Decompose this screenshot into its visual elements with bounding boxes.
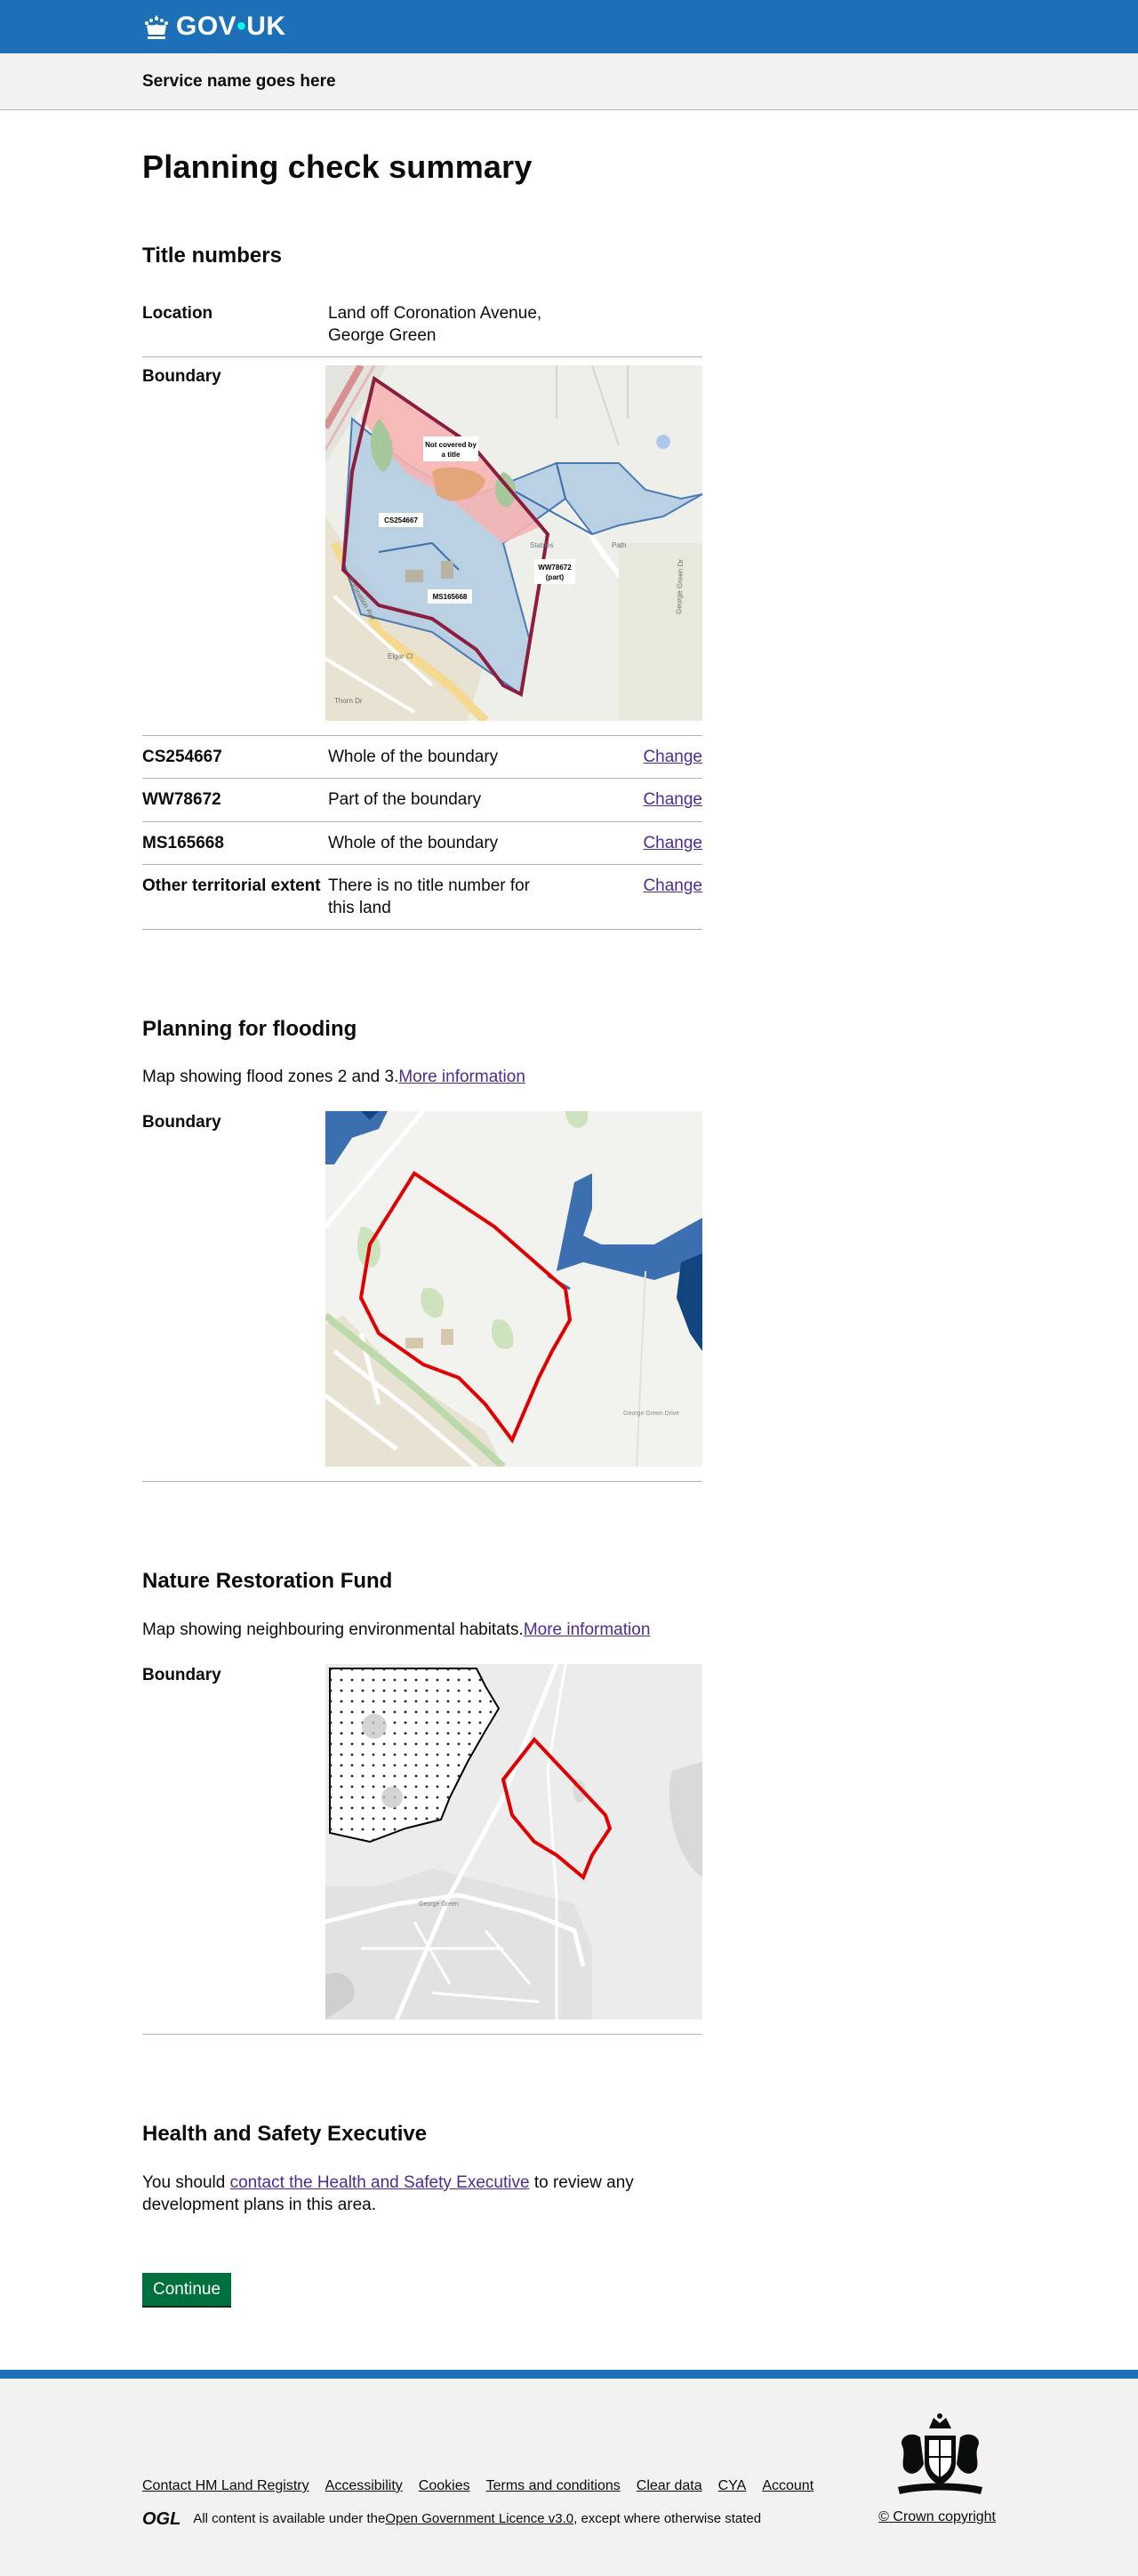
title-row-ww78672: WW78672 Part of the boundary Change xyxy=(142,779,702,822)
title-key: WW78672 xyxy=(142,790,221,810)
title-value: Part of the boundary xyxy=(328,790,482,810)
page-title: Planning check summary xyxy=(142,148,533,185)
flooding-boundary-key: Boundary xyxy=(142,1113,221,1132)
flooding-boundary-value: George Green Drive xyxy=(325,1111,702,1468)
govuk-footer: Contact HM Land Registry Accessibility C… xyxy=(0,2370,1138,2576)
flood-map-label-george-green: George Green Drive xyxy=(623,1411,679,1417)
map-label-cs254667: CS254667 xyxy=(384,516,418,524)
map-label-path: Path xyxy=(612,541,626,549)
location-line-2: George Green xyxy=(328,326,437,346)
title-value: Whole of the boundary xyxy=(328,748,499,767)
hse-section: Health and Safety Executive You should c… xyxy=(142,2120,702,2216)
crown-copyright: © Crown copyright xyxy=(878,2508,996,2526)
map-label-not-covered-2: a title xyxy=(442,451,461,459)
boundary-key: Boundary xyxy=(142,367,221,387)
title-key: Other territorial extent xyxy=(142,876,321,895)
nature-description: Map showing neighbouring environmental h… xyxy=(142,1619,702,1641)
footer-link-accessibility[interactable]: Accessibility xyxy=(325,2476,403,2495)
location-key: Location xyxy=(142,304,213,324)
hse-contact-link[interactable]: contact the Health and Safety Executive xyxy=(230,2173,530,2192)
location-row: Location Land off Coronation Avenue, Geo… xyxy=(142,292,702,358)
service-name[interactable]: Service name goes here xyxy=(142,70,336,92)
boundary-row: Boundary Not covered by a title CS254667… xyxy=(142,357,702,737)
ogl-link[interactable]: Open Government Licence v3.0 xyxy=(385,2510,573,2528)
location-value: Land off Coronation Avenue, George Green xyxy=(328,302,702,347)
location-line-1: Land off Coronation Avenue, xyxy=(328,304,542,324)
map-label-ww78672-part: (part) xyxy=(546,573,565,581)
change-link-other-extent[interactable]: Change xyxy=(643,876,702,895)
title-numbers-heading: Title numbers xyxy=(142,243,282,268)
hse-description: You should contact the Health and Safety… xyxy=(142,2172,702,2216)
title-boundary-map[interactable]: Not covered by a title CS254667 WW78672 … xyxy=(325,365,702,722)
nature-boundary-value: George Green xyxy=(325,1664,702,2020)
flood-zones-map[interactable]: George Green Drive xyxy=(325,1111,702,1468)
map-label-stables: Stables xyxy=(530,541,554,549)
flooding-heading: Planning for flooding xyxy=(142,1016,357,1041)
flooding-description: Map showing flood zones 2 and 3.More inf… xyxy=(142,1066,702,1088)
boundary-value: Not covered by a title CS254667 WW78672 … xyxy=(325,365,702,722)
title-row-other-territorial-extent: Other territorial extent There is no tit… xyxy=(142,865,702,930)
map-label-not-covered-1: Not covered by xyxy=(425,441,477,449)
crown-icon xyxy=(145,15,168,39)
map-label-ww78672: WW78672 xyxy=(538,564,572,572)
royal-coat-of-arms-icon xyxy=(898,2413,982,2495)
service-navigation: Service name goes here xyxy=(0,53,1138,110)
nature-boundary-key: Boundary xyxy=(142,1666,221,1685)
nature-map-label-george-green: George Green xyxy=(419,1901,459,1908)
change-link-cs254667[interactable]: Change xyxy=(643,748,702,766)
licence-before: All content is available under the xyxy=(193,2511,386,2527)
nature-more-info-link[interactable]: More information xyxy=(524,1620,651,1639)
title-row-ms165668: MS165668 Whole of the boundary Change xyxy=(142,822,702,865)
footer-link-contact[interactable]: Contact HM Land Registry xyxy=(142,2476,309,2495)
footer-link-cookies[interactable]: Cookies xyxy=(419,2476,470,2495)
nature-text: Map showing neighbouring environmental h… xyxy=(142,1620,524,1640)
flooding-more-info-link[interactable]: More information xyxy=(398,1068,525,1086)
licence-after: , except where otherwise stated xyxy=(573,2511,762,2527)
map-label-ms165668: MS165668 xyxy=(433,593,468,601)
continue-button[interactable]: Continue xyxy=(142,2273,232,2307)
ogl-logo: OGL xyxy=(142,2509,181,2530)
licence-text: OGL All content is available under the O… xyxy=(142,2508,761,2531)
nature-heading: Nature Restoration Fund xyxy=(142,1569,393,1594)
flooding-boundary-row: Boundary George Green Drive xyxy=(142,1111,702,1483)
nature-boundary-row: Boundary George Green xyxy=(142,1664,702,2036)
logo-text-uk: UK xyxy=(246,12,286,42)
change-link-ww78672[interactable]: Change xyxy=(643,790,702,809)
footer-link-clear-data[interactable]: Clear data xyxy=(637,2476,702,2495)
govuk-logo[interactable]: GOV • UK xyxy=(142,9,286,44)
title-value: Whole of the boundary xyxy=(328,833,499,852)
footer-link-terms[interactable]: Terms and conditions xyxy=(486,2476,621,2495)
royal-crest xyxy=(885,2411,996,2508)
logo-text-gov: GOV xyxy=(176,12,237,42)
main-content: Planning check summary Title numbers Loc… xyxy=(142,110,996,2307)
footer-link-account[interactable]: Account xyxy=(762,2476,813,2495)
change-link-ms165668[interactable]: Change xyxy=(643,834,702,852)
map-label-thorn: Thorn Dr xyxy=(334,697,363,705)
govuk-header: GOV • UK xyxy=(0,0,1138,53)
title-value: There is no title number for this land xyxy=(328,876,531,917)
flooding-section: Planning for flooding Map showing flood … xyxy=(142,1015,702,1483)
title-row-cs254667: CS254667 Whole of the boundary Change xyxy=(142,736,702,780)
flooding-text: Map showing flood zones 2 and 3. xyxy=(142,1068,399,1087)
title-key: CS254667 xyxy=(142,748,222,767)
logo-dot: • xyxy=(236,12,247,42)
habitats-map[interactable]: George Green xyxy=(325,1664,702,2020)
hse-heading: Health and Safety Executive xyxy=(142,2122,428,2147)
map-label-elgar: Elgar Cl xyxy=(388,652,413,660)
title-numbers-section: Title numbers Location Land off Coronati… xyxy=(142,242,702,930)
title-key: MS165668 xyxy=(142,833,224,852)
footer-link-cya[interactable]: CYA xyxy=(718,2476,747,2495)
footer-links: Contact HM Land Registry Accessibility C… xyxy=(142,2476,813,2495)
nature-section: Nature Restoration Fund Map showing neig… xyxy=(142,1567,702,2036)
hse-text-before: You should xyxy=(142,2172,230,2192)
crown-copyright-link[interactable]: © Crown copyright xyxy=(878,2509,996,2524)
